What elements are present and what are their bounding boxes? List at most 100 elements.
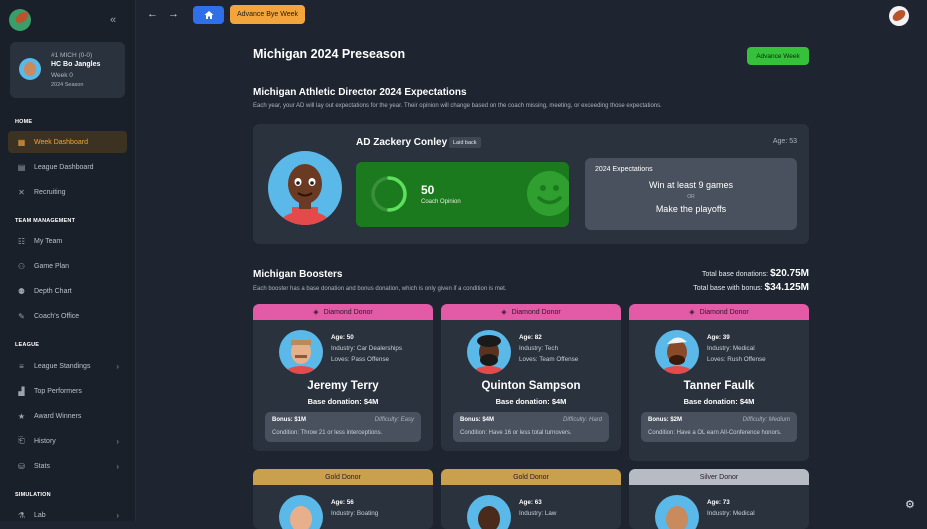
booster-name: Jeremy Terry [307,380,379,392]
user-avatar[interactable] [889,6,909,26]
athletic-director-card: AD Zackery Conley Laid back Age: 53 50 C… [253,124,809,244]
booster-card: ◈ Diamond Donor Age: 82 Industry: Tech Lo… [441,304,621,451]
booster-industry: Industry: Tech [519,345,559,352]
sidebar-item-label: Game Plan [34,262,70,270]
sidebar-item-award-winners[interactable]: ★ Award Winners [8,405,127,427]
booster-tier-header: ◈ Diamond Donor [253,304,433,320]
booster-age: Age: 73 [707,499,730,506]
coach-opinion-label: Coach Opinion [421,199,461,205]
booster-industry: Industry: Law [519,510,557,517]
advance-bye-week-button[interactable]: Advance Bye Week [230,5,305,24]
sidebar-item-label: Depth Chart [34,287,72,295]
booster-loves: Loves: Rush Offense [707,356,766,363]
sidebar-item-history[interactable]: ⎗ History › [8,430,127,452]
booster-tier: Silver Donor [699,473,739,481]
sidebar-item-top-performers[interactable]: ▟ Top Performers [8,380,127,402]
booster-bonus-panel: Bonus: $2M Difficulty: Medium Condition: … [641,412,797,443]
booster-avatar [655,495,699,529]
sidebar-item-stats[interactable]: ⛁ Stats › [8,455,127,477]
sidebar-item-league-dashboard[interactable]: ▤ League Dashboard [8,156,127,178]
table-icon: ▤ [17,162,26,172]
booster-base-donation: Base donation: $4M [683,397,755,406]
ad-section-heading: Michigan Athletic Director 2024 Expectat… [253,87,467,98]
grid-icon: ▦ [17,137,26,147]
sidebar-item-depth-chart[interactable]: ⚉ Depth Chart [8,280,127,302]
sidebar-item-label: Stats [34,462,50,470]
advance-week-button[interactable]: Advance Week [747,47,809,65]
booster-base-donation: Base donation: $4M [495,397,567,406]
coach-name: HC Bo Jangles [51,61,101,68]
booster-industry: Industry: Boating [331,510,379,517]
section-simulation: SIMULATION [15,492,51,498]
sidebar-item-label: Week Dashboard [34,138,88,146]
ad-section-description: Each year, your AD will lay out expectat… [253,103,662,109]
home-button[interactable] [193,6,224,24]
booster-tier: Gold Donor [513,473,549,481]
sidebar-item-week-dashboard[interactable]: ▦ Week Dashboard [8,131,127,153]
chevron-right-icon: › [116,436,119,446]
booster-condition: Condition: Throw 21 or less interception… [272,430,383,436]
booster-tier-header: ◈ Diamond Donor [629,304,809,320]
sidebar-item-my-team[interactable]: ☷ My Team [8,230,127,252]
back-arrow-icon[interactable]: ← [147,8,158,20]
total-base-with-bonus: Total base with bonus: $34.125M [693,282,809,293]
forward-arrow-icon[interactable]: → [168,8,179,20]
sidebar-item-label: Coach's Office [34,312,80,320]
coach-profile-card[interactable]: #1 MICH (0-0) HC Bo Jangles Week 0 2024 … [10,42,125,98]
booster-age: Age: 56 [331,499,354,506]
collapse-sidebar-icon[interactable]: « [110,14,116,26]
booster-tier: Diamond Donor [699,308,749,316]
section-team-management: TEAM MANAGEMENT [15,218,76,224]
page-title: Michigan 2024 Preseason [253,47,406,61]
booster-age: Age: 39 [707,334,730,341]
booster-difficulty: Difficulty: Easy [374,417,414,423]
booster-tier-header: Silver Donor [629,469,809,485]
boosters-heading: Michigan Boosters [253,269,343,280]
booster-tier: Diamond Donor [511,308,561,316]
booster-bonus: Bonus: $2M [648,417,683,423]
coach-opinion-panel: 50 Coach Opinion [356,162,569,227]
booster-tier-header: Gold Donor [441,469,621,485]
ad-age: Age: 53 [772,138,797,145]
booster-card: Gold Donor Age: 63 Industry: Law [441,469,621,529]
sidebar-item-coachs-office[interactable]: ✎ Coach's Office [8,305,127,327]
sidebar-item-lab[interactable]: ⚗ Lab › [8,504,127,526]
booster-bonus: Bonus: $4M [460,417,495,423]
booster-avatar [279,495,323,529]
sidebar-item-game-plan[interactable]: ⚇ Game Plan [8,255,127,277]
home-icon [204,11,213,19]
coach-opinion-value: 50 [421,183,435,197]
section-league: LEAGUE [15,342,40,348]
booster-tier-header: ◈ Diamond Donor [441,304,621,320]
booster-age: Age: 63 [519,499,542,506]
booster-avatar [279,330,323,374]
booster-tier: Gold Donor [325,473,361,481]
ad-avatar [268,151,342,225]
gear-icon[interactable]: ⚙ [905,498,915,511]
sidebar-item-label: Award Winners [34,412,82,420]
total-bonus-value: $34.125M [764,282,809,293]
booster-age: Age: 50 [331,334,354,341]
chevron-right-icon: › [116,510,119,520]
booster-industry: Industry: Car Dealerships [331,345,403,352]
diamond-icon: ◈ [689,309,695,316]
sidebar-item-label: My Team [34,237,63,245]
booster-loves: Loves: Team Offense [519,356,579,363]
stats-icon: ⛁ [18,461,25,471]
total-base-label: Total base donations: [701,271,769,278]
sidebar-item-league-standings[interactable]: ≡ League Standings › [8,355,127,377]
app-logo[interactable] [9,9,31,31]
booster-avatar [655,330,699,374]
booster-condition: Condition: Have 16 or less total turnove… [460,430,572,436]
booster-age: Age: 82 [519,334,542,341]
smiley-face-icon [527,171,569,216]
total-bonus-label: Total base with bonus: [693,285,763,292]
sidebar-item-recruiting[interactable]: ✕ Recruiting [8,181,127,203]
booster-avatar [467,330,511,374]
chevron-right-icon: › [116,461,119,471]
chevron-right-icon: › [116,361,119,371]
standings-icon: ≡ [19,361,24,371]
booster-name: Tanner Faulk [683,380,755,392]
booster-tier-header: Gold Donor [253,469,433,485]
lab-icon: ⚗ [17,510,26,520]
